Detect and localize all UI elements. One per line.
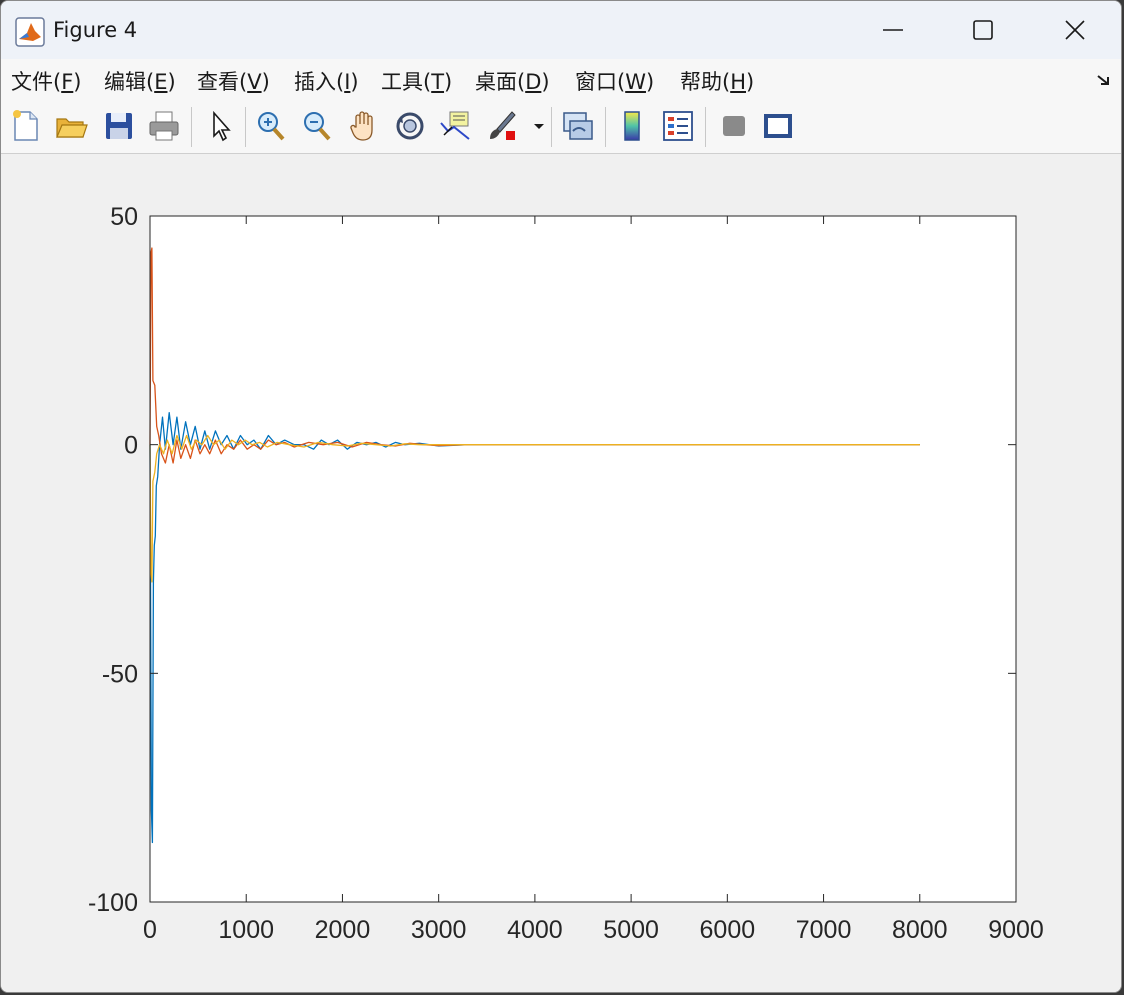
line-plot: 0 1000 2000 3000 4000 5000 6000 7000 8000 9000 -10… — [88, 203, 1044, 944]
x-tick-label: 2000 — [315, 916, 371, 944]
link-plot-icon[interactable] — [559, 107, 597, 145]
menu-item[interactable]: 编辑(E) — [104, 66, 176, 96]
rotate-3d-icon[interactable] — [391, 107, 429, 145]
menu-item-accelerator: E — [154, 70, 168, 94]
menu-item-accelerator: H — [730, 70, 746, 94]
minimize-icon — [883, 29, 903, 31]
menu-item-accelerator: V — [247, 70, 262, 94]
pan-hand-icon[interactable] — [345, 107, 383, 145]
y-tick-label: -100 — [88, 889, 138, 917]
menu-item[interactable]: 查看(V) — [197, 66, 270, 96]
close-button[interactable] — [1029, 1, 1121, 59]
menu-item[interactable]: 窗口(W) — [575, 66, 654, 96]
menu-item[interactable]: 帮助(H) — [680, 66, 754, 96]
menu-item[interactable]: 工具(T) — [381, 66, 452, 96]
zoom-in-icon[interactable] — [252, 107, 290, 145]
figure-canvas: 0 1000 2000 3000 4000 5000 6000 7000 8000 9000 -10… — [1, 154, 1121, 992]
y-tick-label: 50 — [110, 203, 138, 231]
x-tick-label: 5000 — [603, 916, 659, 944]
dock-arrow-icon[interactable] — [1095, 71, 1113, 89]
maximize-button[interactable] — [937, 1, 1029, 59]
x-tick-label: 8000 — [892, 916, 948, 944]
figure-window: Figure 4 文件(F) 编辑(E) 查看(V) 插入(I) 工具(T) 桌面(D) 窗… — [0, 0, 1122, 993]
menu-item-accelerator: W — [625, 70, 646, 94]
menu-item-tail: ) — [261, 70, 270, 94]
print-icon[interactable] — [145, 107, 183, 145]
toolbar-separator — [605, 107, 606, 147]
menu-item-tail: ) — [541, 70, 550, 94]
colorbar-icon[interactable] — [613, 107, 651, 145]
hide-plot-tools-icon[interactable] — [715, 107, 753, 145]
zoom-out-icon[interactable] — [298, 107, 336, 145]
close-icon — [1065, 20, 1085, 40]
axes-background — [150, 216, 1016, 902]
minimize-button[interactable] — [847, 1, 939, 59]
legend-icon[interactable] — [659, 107, 697, 145]
menu-item-tail: ) — [645, 70, 655, 94]
menu-item-label: 插入( — [294, 70, 345, 94]
x-tick-label: 9000 — [988, 916, 1044, 944]
menu-item-label: 帮助( — [680, 70, 731, 94]
x-tick-label: 6000 — [700, 916, 756, 944]
brush-icon[interactable] — [483, 107, 521, 145]
menu-item[interactable]: 插入(I) — [294, 66, 359, 96]
open-folder-icon[interactable] — [52, 107, 90, 145]
toolbar-separator — [191, 107, 192, 147]
title-bar: Figure 4 — [1, 1, 1121, 59]
menu-item-tail: ) — [444, 70, 453, 94]
menu-item-accelerator: D — [525, 70, 542, 94]
new-file-icon[interactable] — [7, 107, 45, 145]
data-cursor-icon[interactable] — [436, 107, 474, 145]
menu-item-tail: ) — [746, 70, 755, 94]
x-tick-label: 1000 — [218, 916, 274, 944]
menu-item-tail: ) — [73, 70, 82, 94]
maximize-icon — [973, 20, 993, 40]
menu-item-accelerator: F — [61, 70, 74, 94]
figure-toolbar — [1, 101, 1121, 154]
menu-bar: 文件(F) 编辑(E) 查看(V) 插入(I) 工具(T) 桌面(D) 窗口(W) 帮助(H) — [1, 59, 1121, 102]
menu-item[interactable]: 桌面(D) — [475, 66, 550, 96]
menu-item-label: 查看( — [197, 70, 248, 94]
toolbar-separator — [551, 107, 552, 147]
menu-item-label: 桌面( — [475, 70, 526, 94]
x-tick-label: 4000 — [507, 916, 563, 944]
menu-item[interactable]: 文件(F) — [11, 66, 82, 96]
menu-item-label: 工具( — [381, 70, 432, 94]
menu-item-label: 文件( — [11, 70, 62, 94]
menu-item-tail: ) — [167, 70, 176, 94]
menu-item-label: 编辑( — [104, 70, 155, 94]
brush-dropdown-icon[interactable] — [531, 107, 547, 145]
x-tick-label: 7000 — [796, 916, 852, 944]
x-tick-label: 3000 — [411, 916, 467, 944]
menu-item-accelerator: T — [431, 70, 445, 94]
matlab-logo-icon — [15, 17, 45, 47]
y-tick-label: 0 — [124, 432, 138, 460]
pointer-icon[interactable] — [201, 107, 239, 145]
menu-item-label: 窗口( — [575, 70, 626, 94]
toolbar-separator — [245, 107, 246, 147]
y-tick-label: -50 — [102, 660, 138, 688]
x-tick-label: 0 — [143, 916, 157, 944]
menu-item-tail: ) — [350, 70, 359, 94]
show-plot-tools-icon[interactable] — [759, 107, 797, 145]
save-icon[interactable] — [100, 107, 138, 145]
toolbar-separator — [705, 107, 706, 147]
window-title: Figure 4 — [53, 18, 138, 42]
